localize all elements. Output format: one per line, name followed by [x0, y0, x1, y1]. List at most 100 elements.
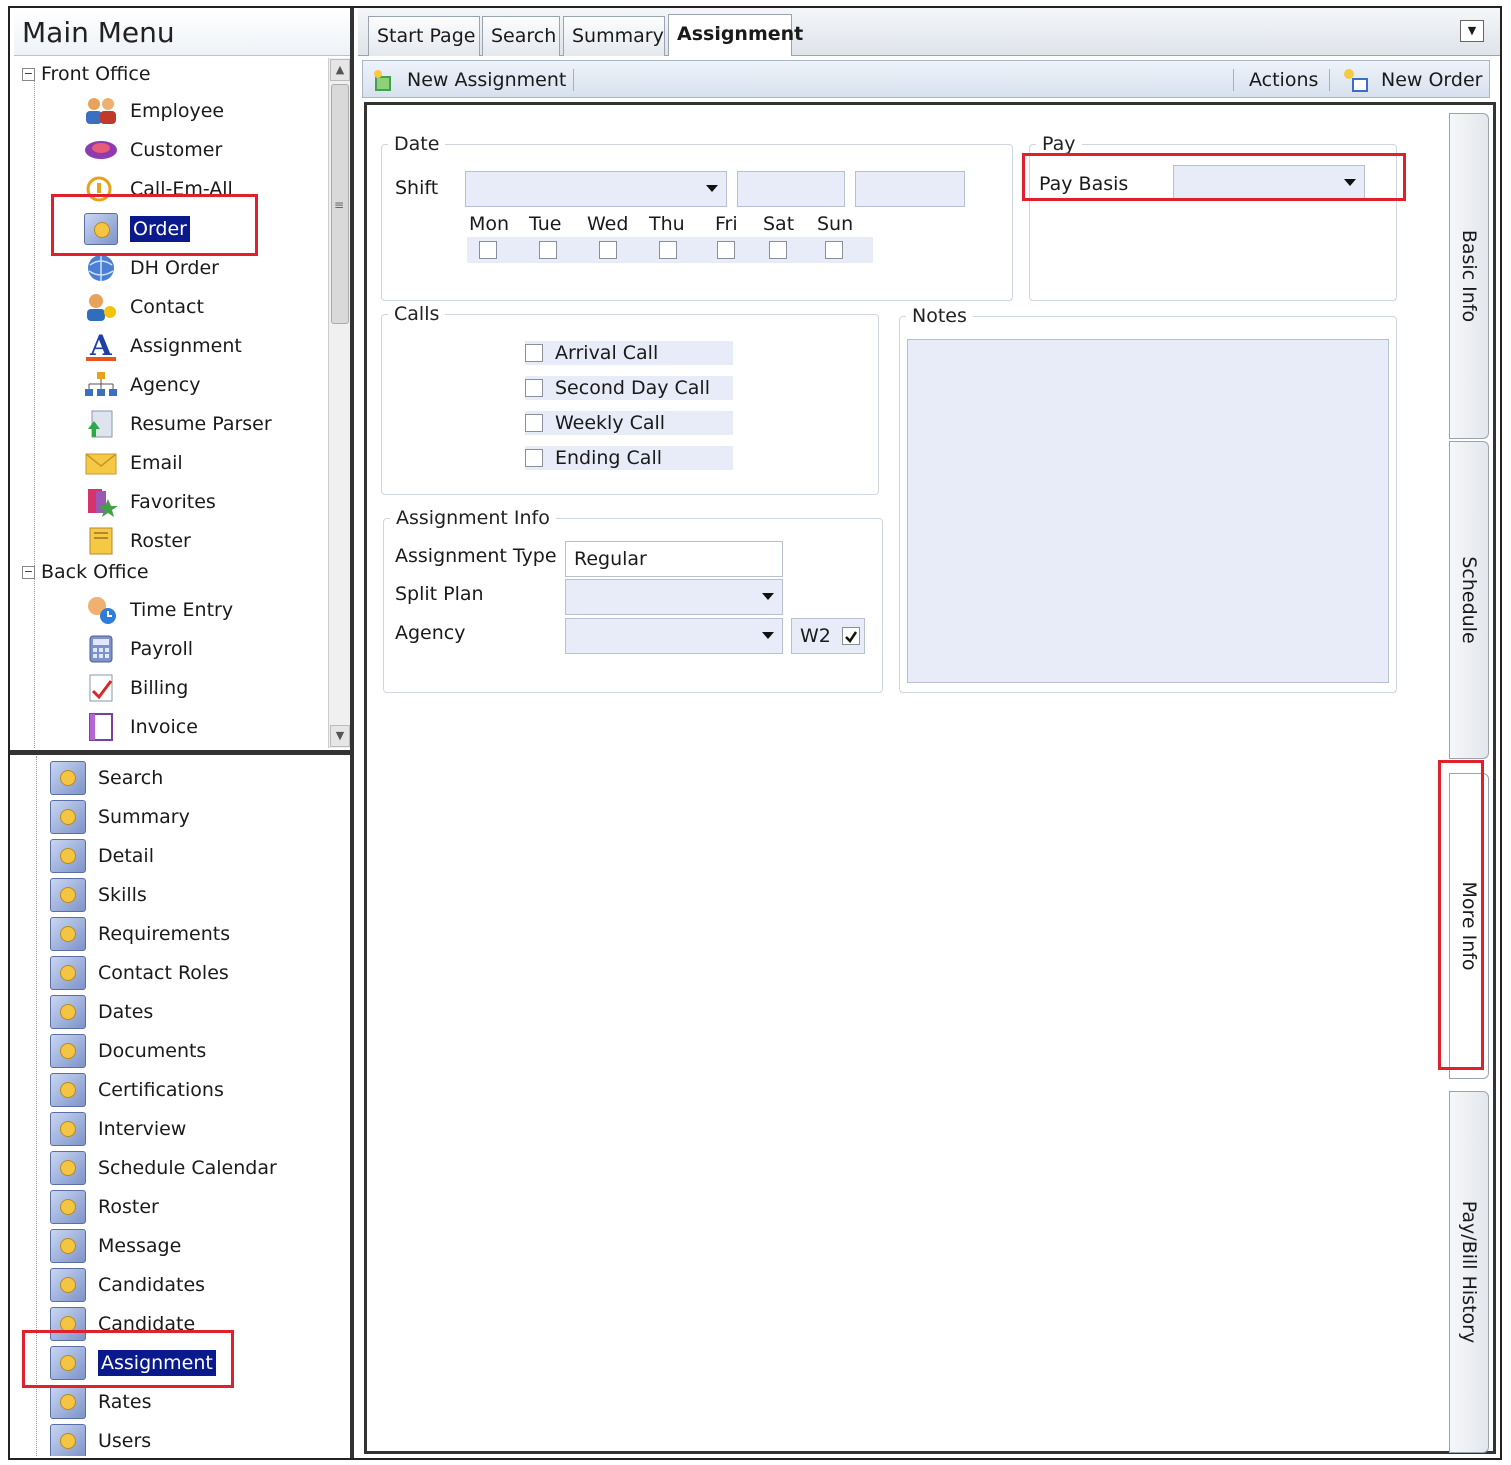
nav-item-label: Rates	[98, 1391, 152, 1413]
ending-call-option[interactable]: Ending Call	[525, 446, 733, 470]
split-plan-select[interactable]	[565, 579, 783, 615]
tab-search[interactable]: Search	[482, 16, 560, 56]
side-tab-basic-info[interactable]: Basic Info	[1449, 113, 1489, 439]
day-checkbox-sun[interactable]	[825, 241, 843, 259]
nav-item-documents[interactable]: Documents	[50, 1033, 206, 1069]
day-checkbox-tue[interactable]	[539, 241, 557, 259]
second-day-call-option[interactable]: Second Day Call	[525, 376, 733, 400]
tree-item-billing[interactable]: Billing	[84, 671, 188, 705]
nav-item-assignment[interactable]: Assignment	[50, 1345, 216, 1381]
order-icon	[84, 213, 118, 245]
svg-text:A: A	[89, 331, 113, 361]
nav-item-roster[interactable]: Roster	[50, 1189, 159, 1225]
actions-button[interactable]: Actions	[1249, 67, 1318, 93]
side-tab-schedule[interactable]: Schedule	[1449, 441, 1489, 759]
collapse-icon[interactable]: −	[22, 565, 35, 579]
panel-splitter[interactable]	[10, 750, 354, 755]
tree-item-invoice[interactable]: Invoice	[84, 710, 198, 744]
tree-item-order[interactable]: Order	[84, 212, 190, 246]
day-checkbox-mon[interactable]	[479, 241, 497, 259]
tree-item-agency[interactable]: Agency	[84, 368, 200, 402]
nav-item-detail[interactable]: Detail	[50, 838, 154, 874]
date-legend: Date	[394, 133, 440, 155]
nav-item-schedule-calendar[interactable]: Schedule Calendar	[50, 1150, 277, 1186]
shift-label: Shift	[395, 177, 439, 199]
day-checkbox-thu[interactable]	[659, 241, 677, 259]
order-nav-list: Search Summary Detail Skills Requirement…	[14, 756, 350, 1456]
w2-checkbox[interactable]	[842, 627, 860, 645]
tab-summary[interactable]: Summary	[563, 16, 665, 56]
order-icon	[50, 1190, 86, 1224]
tree-item-dh-order[interactable]: DH Order	[84, 251, 219, 285]
nav-item-skills[interactable]: Skills	[50, 877, 147, 913]
nav-item-candidate[interactable]: Candidate	[50, 1306, 195, 1342]
day-checkbox-sat[interactable]	[769, 241, 787, 259]
tree-item-time-entry[interactable]: Time Entry	[84, 593, 233, 627]
tree-item-roster[interactable]: Roster	[84, 524, 191, 558]
tab-list-dropdown-icon[interactable]: ▼	[1460, 20, 1484, 42]
order-icon	[50, 1034, 86, 1068]
nav-item-message[interactable]: Message	[50, 1228, 181, 1264]
tree-group-back-office[interactable]: − Back Office	[22, 558, 149, 586]
new-order-button[interactable]: New Order	[1341, 67, 1482, 93]
nav-item-requirements[interactable]: Requirements	[50, 916, 230, 952]
nav-item-search[interactable]: Search	[50, 760, 163, 796]
collapse-icon[interactable]: −	[22, 67, 35, 81]
tree-item-email[interactable]: Email	[84, 446, 183, 480]
tree-item-call-em-all[interactable]: Call-Em-All	[84, 172, 233, 206]
day-label-thu: Thu	[649, 213, 685, 235]
tree-item-customer[interactable]: Customer	[84, 133, 222, 167]
tree-scrollbar[interactable]: ▲ ≡ ▼	[328, 58, 350, 748]
favorites-icon	[84, 487, 118, 517]
nav-item-contact-roles[interactable]: Contact Roles	[50, 955, 229, 991]
tree-item-payroll[interactable]: Payroll	[84, 632, 193, 666]
main-menu-panel: Main Menu − Front Office Employee Custom…	[10, 8, 354, 1458]
tree-item-resume-parser[interactable]: Resume Parser	[84, 407, 272, 441]
notes-legend: Notes	[912, 305, 967, 327]
new-assignment-button[interactable]: New Assignment	[371, 67, 566, 93]
side-tab-pay-bill-history[interactable]: Pay/Bill History	[1449, 1091, 1489, 1453]
ending-call-checkbox[interactable]	[525, 449, 543, 467]
weekly-call-label: Weekly Call	[555, 412, 666, 434]
pay-legend: Pay	[1042, 133, 1076, 155]
notes-textarea[interactable]	[907, 339, 1389, 683]
nav-item-dates[interactable]: Dates	[50, 994, 153, 1030]
tree-item-employee[interactable]: Employee	[84, 94, 224, 128]
workspace: Start Page Search Summary Assignment ▼ N…	[358, 8, 1500, 1458]
tree-item-favorites[interactable]: Favorites	[84, 485, 216, 519]
tree-group-label: Back Office	[41, 561, 149, 583]
tab-assignment[interactable]: Assignment	[668, 14, 803, 56]
nav-item-certifications[interactable]: Certifications	[50, 1072, 224, 1108]
day-checkbox-wed[interactable]	[599, 241, 617, 259]
tab-start-page[interactable]: Start Page	[368, 16, 480, 56]
scroll-up-icon[interactable]: ▲	[330, 59, 350, 81]
weekly-call-option[interactable]: Weekly Call	[525, 411, 733, 435]
w2-option[interactable]: W2	[791, 618, 865, 654]
agency-select[interactable]	[565, 618, 783, 654]
nav-item-candidates[interactable]: Candidates	[50, 1267, 205, 1303]
pay-basis-select[interactable]	[1173, 165, 1365, 201]
tree-item-contact[interactable]: Contact	[84, 290, 204, 324]
weekly-call-checkbox[interactable]	[525, 414, 543, 432]
second-day-call-checkbox[interactable]	[525, 379, 543, 397]
nav-item-interview[interactable]: Interview	[50, 1111, 186, 1147]
day-checkbox-fri[interactable]	[717, 241, 735, 259]
nav-item-label: Summary	[98, 806, 190, 828]
shift-start-time-field[interactable]	[737, 171, 845, 207]
nav-item-rates[interactable]: Rates	[50, 1384, 151, 1420]
order-icon	[50, 1112, 86, 1146]
arrival-call-checkbox[interactable]	[525, 344, 543, 362]
tree-group-front-office[interactable]: − Front Office	[22, 60, 151, 88]
tree-item-assignment[interactable]: A Assignment	[84, 329, 242, 363]
nav-item-users[interactable]: Users	[50, 1423, 151, 1456]
scroll-down-icon[interactable]: ▼	[330, 725, 350, 747]
order-icon	[50, 917, 86, 951]
assignment-type-field[interactable]: Regular	[565, 541, 783, 577]
shift-select[interactable]	[465, 171, 727, 207]
order-icon	[50, 1151, 86, 1185]
tree-item-label: Time Entry	[130, 599, 234, 621]
shift-end-time-field[interactable]	[855, 171, 965, 207]
side-tab-more-info[interactable]: More Info	[1449, 773, 1489, 1079]
arrival-call-option[interactable]: Arrival Call	[525, 341, 733, 365]
nav-item-summary[interactable]: Summary	[50, 799, 190, 835]
